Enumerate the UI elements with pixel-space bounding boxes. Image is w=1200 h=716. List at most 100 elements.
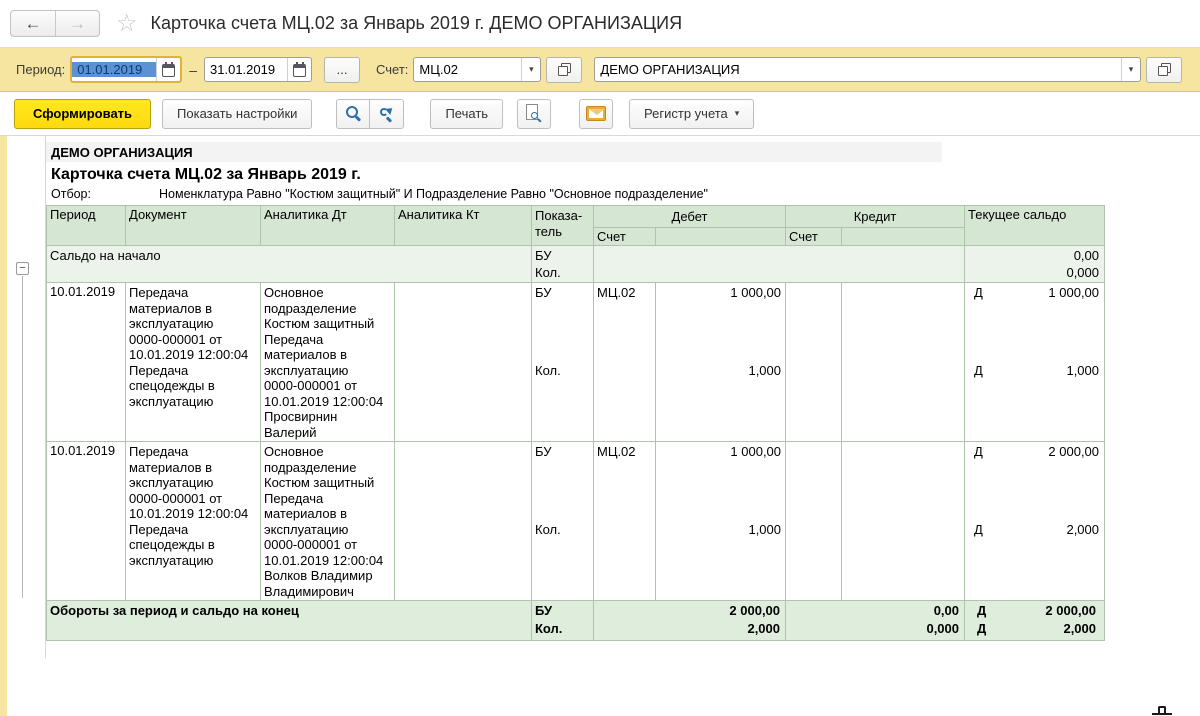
cell-period[interactable]: 10.01.2019 — [47, 283, 126, 442]
page-title: Карточка счета МЦ.02 за Январь 2019 г. Д… — [151, 13, 683, 34]
table-row: 10.01.2019 Передача материалов в эксплуа… — [47, 442, 1105, 601]
header-analytics-dt[interactable]: Аналитика Дт — [261, 206, 395, 246]
nav-button-group: ← → — [10, 10, 100, 37]
toolbar: Сформировать Показать настройки Печать Р… — [0, 92, 1200, 135]
back-button[interactable]: ← — [11, 11, 55, 36]
opening-balance-row: Сальдо на начало БУ Кол. 0,00 0,000 — [47, 246, 1105, 283]
report-content: ДЕМО ОРГАНИЗАЦИЯ Карточка счета МЦ.02 за… — [46, 136, 1200, 641]
chevron-down-icon: ▾ — [735, 108, 740, 119]
print-preview-button[interactable] — [517, 99, 551, 129]
header-analytics-kt[interactable]: Аналитика Кт — [395, 206, 532, 246]
cell-debit-account[interactable]: МЦ.02 — [594, 442, 656, 601]
organization-dropdown-arrow[interactable]: ▾ — [1121, 58, 1140, 81]
totals-label-cell[interactable]: Обороты за период и сальдо на конец — [47, 601, 532, 641]
left-accent-strip — [0, 136, 7, 716]
cell-credit-amount[interactable] — [842, 283, 965, 442]
cursor-artifact — [1152, 703, 1172, 715]
more-button-label: ... — [337, 62, 348, 77]
print-preview-icon — [526, 104, 542, 123]
report-table: Период Документ Аналитика Дт Аналитика К… — [46, 205, 1105, 641]
generate-button[interactable]: Сформировать — [14, 99, 151, 129]
account-dropdown-arrow[interactable]: ▾ — [521, 58, 540, 81]
opening-turnover-cell[interactable] — [594, 246, 965, 283]
register-menu-button[interactable]: Регистр учета ▾ — [629, 99, 754, 129]
account-open-button[interactable] — [546, 57, 582, 83]
cell-debit-amount[interactable]: 1 000,00 1,000 — [656, 442, 786, 601]
cell-indicator[interactable]: БУ Кол. — [532, 283, 594, 442]
period-from-field[interactable]: 01.01.2019 — [70, 56, 182, 83]
grouping-gutter: − — [7, 136, 46, 658]
account-value[interactable]: МЦ.02 — [414, 62, 521, 77]
print-button[interactable]: Печать — [430, 99, 503, 129]
collapse-group-button[interactable]: − — [16, 262, 29, 275]
period-dash: – — [189, 62, 197, 78]
register-button-label: Регистр учета — [644, 106, 728, 121]
cell-balance[interactable]: Д2 000,00 Д2,000 — [965, 442, 1105, 601]
period-from-calendar-button[interactable] — [156, 58, 180, 81]
forward-arrow-icon: → — [69, 14, 86, 34]
header-indicator[interactable]: Показа- тель — [532, 206, 594, 246]
cell-document[interactable]: Передача материалов в эксплуатацию 0000-… — [126, 283, 261, 442]
selection-label: Отбор: — [51, 187, 159, 201]
show-settings-label: Показать настройки — [177, 106, 297, 121]
show-settings-button[interactable]: Показать настройки — [162, 99, 312, 129]
header-current-balance[interactable]: Текущее сальдо — [965, 206, 1105, 246]
totals-debit-cell[interactable]: 2 000,00 2,000 — [594, 601, 786, 641]
organization-value[interactable]: ДЕМО ОРГАНИЗАЦИЯ — [595, 62, 1121, 77]
report-title[interactable]: Карточка счета МЦ.02 за Январь 2019 г. — [51, 166, 1200, 184]
header-document[interactable]: Документ — [126, 206, 261, 246]
cell-analytics-dt[interactable]: Основное подразделение Костюм защитный П… — [261, 442, 395, 601]
calendar-icon — [293, 64, 306, 77]
period-to-calendar-button[interactable] — [287, 58, 311, 81]
header-debit-account[interactable]: Счет — [594, 228, 656, 246]
group-line — [22, 276, 23, 598]
cell-debit-account[interactable]: МЦ.02 — [594, 283, 656, 442]
cell-analytics-kt[interactable] — [395, 442, 532, 601]
organization-open-button[interactable] — [1146, 57, 1182, 83]
opening-indicator-cell[interactable]: БУ Кол. — [532, 246, 594, 283]
period-to-value[interactable]: 31.01.2019 — [205, 62, 287, 77]
generate-button-label: Сформировать — [33, 106, 132, 121]
period-more-button[interactable]: ... — [324, 57, 360, 83]
header-credit[interactable]: Кредит — [786, 206, 965, 228]
account-label: Счет: — [376, 62, 408, 77]
cell-indicator[interactable]: БУ Кол. — [532, 442, 594, 601]
report-area: − ДЕМО ОРГАНИЗАЦИЯ Карточка счета МЦ.02 … — [0, 135, 1200, 716]
header-period[interactable]: Период — [47, 206, 126, 246]
header-debit[interactable]: Дебет — [594, 206, 786, 228]
opening-balance-cell[interactable]: 0,00 0,000 — [965, 246, 1105, 283]
period-label: Период: — [16, 62, 65, 77]
header-credit-account[interactable]: Счет — [786, 228, 842, 246]
back-arrow-icon: ← — [25, 14, 42, 34]
totals-indicator-cell[interactable]: БУ Кол. — [532, 601, 594, 641]
search-button[interactable] — [336, 99, 370, 129]
table-row: 10.01.2019 Передача материалов в эксплуа… — [47, 283, 1105, 442]
favorite-star-icon[interactable]: ☆ — [116, 12, 138, 36]
period-from-value[interactable]: 01.01.2019 — [72, 62, 156, 77]
report-organization-band[interactable]: ДЕМО ОРГАНИЗАЦИЯ — [46, 142, 942, 162]
cell-balance[interactable]: Д1 000,00 Д1,000 — [965, 283, 1105, 442]
totals-row: Обороты за период и сальдо на конец БУ К… — [47, 601, 1105, 641]
calendar-icon — [162, 64, 175, 77]
organization-field[interactable]: ДЕМО ОРГАНИЗАЦИЯ ▾ — [594, 57, 1141, 82]
forward-button[interactable]: → — [55, 11, 99, 36]
totals-balance-cell[interactable]: Д2 000,00 Д2,000 — [965, 601, 1105, 641]
account-field[interactable]: МЦ.02 ▾ — [413, 57, 541, 82]
header-debit-amount[interactable] — [656, 228, 786, 246]
envelope-icon — [586, 106, 606, 121]
cell-credit-amount[interactable] — [842, 442, 965, 601]
search-refresh-button[interactable] — [370, 99, 404, 129]
cell-analytics-dt[interactable]: Основное подразделение Костюм защитный П… — [261, 283, 395, 442]
totals-credit-cell[interactable]: 0,00 0,000 — [786, 601, 965, 641]
cell-analytics-kt[interactable] — [395, 283, 532, 442]
period-to-field[interactable]: 31.01.2019 — [204, 57, 312, 82]
cell-debit-amount[interactable]: 1 000,00 1,000 — [656, 283, 786, 442]
filter-panel: Период: 01.01.2019 – 31.01.2019 ... Счет… — [0, 47, 1200, 92]
cell-period[interactable]: 10.01.2019 — [47, 442, 126, 601]
header-credit-amount[interactable] — [842, 228, 965, 246]
email-button[interactable] — [579, 99, 613, 129]
cell-document[interactable]: Передача материалов в эксплуатацию 0000-… — [126, 442, 261, 601]
cell-credit-account[interactable] — [786, 283, 842, 442]
opening-label-cell[interactable]: Сальдо на начало — [47, 246, 532, 283]
cell-credit-account[interactable] — [786, 442, 842, 601]
